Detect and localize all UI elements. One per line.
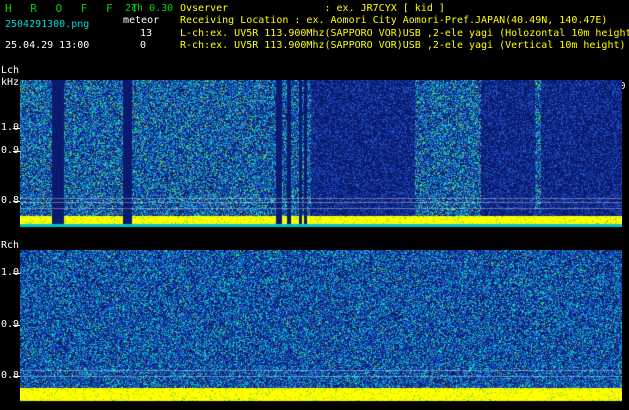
rch-ytick-mark: [13, 325, 20, 326]
app-brand: H R O F F T: [5, 2, 144, 15]
meteor-label: meteor: [123, 15, 160, 26]
datetime-label: 25.04.29 13:00: [5, 40, 90, 51]
rch-spectrogram: [20, 250, 622, 402]
channel-config-label: 2ch 0.30: [125, 3, 174, 14]
lch-spectrogram: [20, 80, 622, 230]
rch-ytick-mark: [13, 376, 20, 377]
location-info: Receiving Location : ex. Aomori City Aom…: [180, 15, 608, 26]
rch-ytick-mark: [13, 273, 20, 274]
rch-meteor-count: 0: [140, 40, 147, 51]
lch-receiver-info: L-ch:ex. UV5R 113.900Mhz(SAPPORO VOR)USB…: [180, 28, 629, 39]
lch-ytick-mark: [13, 128, 20, 129]
lch-ytick-mark: [13, 151, 20, 152]
lch-spectrogram-canvas: [20, 80, 622, 230]
observer-info: Ovserver : ex. JR7CYX [ kid ]: [180, 3, 445, 14]
rch-label: Rch: [1, 240, 20, 251]
rch-spectrogram-canvas: [20, 250, 622, 402]
lch-label: Lch: [1, 65, 20, 76]
lch-unit-label: kHz: [1, 77, 20, 88]
filename-label: 2504291300.png: [5, 19, 90, 30]
rch-receiver-info: R-ch:ex. UV5R 113.900Mhz(SAPPORO VOR)USB…: [180, 40, 626, 51]
lch-meteor-count: 13: [140, 28, 153, 39]
lch-ytick-mark: [13, 201, 20, 202]
